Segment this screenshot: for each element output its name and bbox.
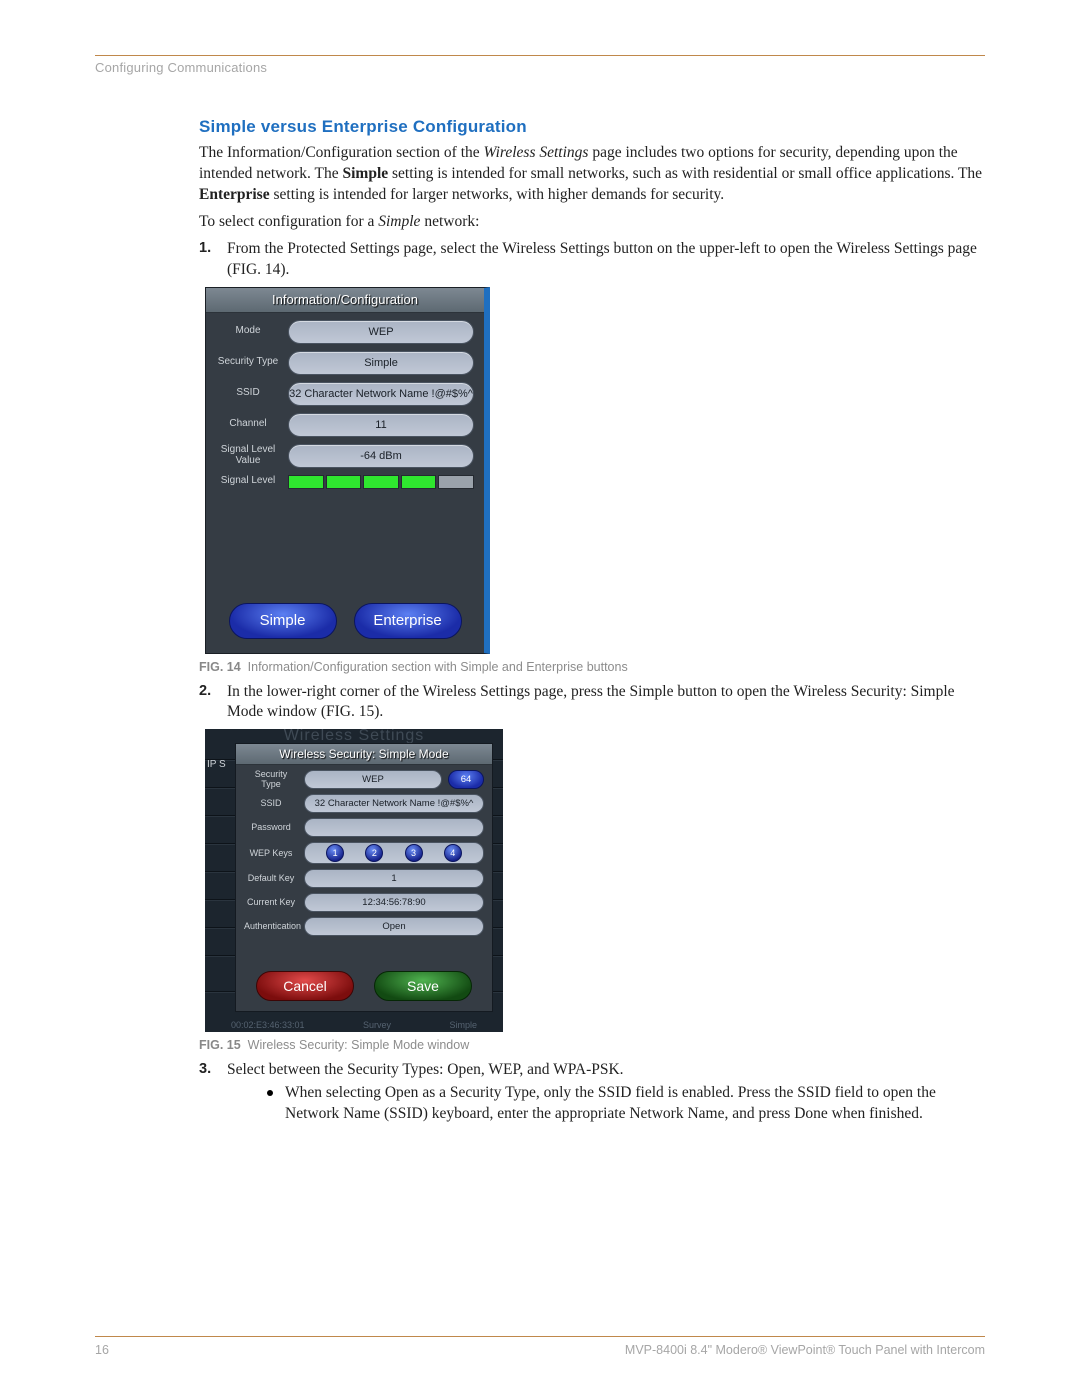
step-3: 3.Select between the Security Types: Ope…	[199, 1060, 985, 1125]
fig14-panel: Information/Configuration Mode WEP Secur…	[205, 287, 490, 654]
fig14-siglevelval-label: Signal Level Value	[216, 445, 280, 466]
fig15-password-value[interactable]	[304, 818, 484, 837]
enterprise-button[interactable]: Enterprise	[354, 603, 462, 639]
fig14-signal-meter	[288, 475, 474, 489]
wep-key-2[interactable]: 2	[365, 844, 383, 862]
intro2-paragraph: To select configuration for a Simple net…	[199, 212, 985, 233]
fig15-currentkey-value[interactable]: 12:34:56:78:90	[304, 893, 484, 912]
step-2: 2.In the lower-right corner of the Wirel…	[199, 682, 985, 724]
fig15-defaultkey-value[interactable]: 1	[304, 869, 484, 888]
wep-key-4[interactable]: 4	[444, 844, 462, 862]
fig14-ssid-label: SSID	[216, 388, 280, 399]
fig15-wepkeys-row: 1 2 3 4	[304, 842, 484, 864]
step-3-bullet: When selecting Open as a Security Type, …	[267, 1083, 985, 1125]
fig14-security-value[interactable]: Simple	[288, 351, 474, 375]
page-footer: 16 MVP-8400i 8.4" Modero® ViewPoint® Tou…	[95, 1336, 985, 1357]
product-line: MVP-8400i 8.4" Modero® ViewPoint® Touch …	[625, 1343, 985, 1357]
fig14-mode-value[interactable]: WEP	[288, 320, 474, 344]
fig14-channel-value[interactable]: 11	[288, 413, 474, 437]
fig15-edge-label: IP S	[207, 759, 226, 770]
cancel-button[interactable]: Cancel	[256, 971, 354, 1001]
intro-paragraph: The Information/Configuration section of…	[199, 143, 985, 206]
fig15-auth-value[interactable]: Open	[304, 917, 484, 936]
fig14-siglevel-label: Signal Level	[216, 476, 280, 487]
simple-button[interactable]: Simple	[229, 603, 337, 639]
fig15-security-label: Security Type	[244, 770, 298, 789]
fig15-password-label: Password	[244, 823, 298, 832]
fig15-security-chip[interactable]: 64	[448, 770, 484, 789]
fig15-wepkeys-label: WEP Keys	[244, 849, 298, 858]
fig14-caption: FIG. 14 Information/Configuration sectio…	[199, 660, 985, 674]
wep-key-3[interactable]: 3	[405, 844, 423, 862]
fig15-auth-label: Authentication	[244, 922, 298, 931]
fig14-title: Information/Configuration	[206, 288, 484, 313]
fig15-footer-ghost: 00:02:E3:46:33:01 Survey Simple	[205, 1020, 503, 1030]
section-title: Simple versus Enterprise Configuration	[199, 117, 985, 137]
fig15-ssid-label: SSID	[244, 799, 298, 808]
fig15-currentkey-label: Current Key	[244, 898, 298, 907]
fig15-defaultkey-label: Default Key	[244, 874, 298, 883]
save-button[interactable]: Save	[374, 971, 472, 1001]
step-1: 1.From the Protected Settings page, sele…	[199, 239, 985, 281]
fig15-ssid-value[interactable]: 32 Character Network Name !@#$%^	[304, 794, 484, 813]
fig15-dialog: Wireless Security: Simple Mode Security …	[235, 743, 493, 1012]
fig15-dialog-title: Wireless Security: Simple Mode	[236, 744, 492, 765]
header-section: Configuring Communications	[95, 60, 985, 75]
fig15-caption: FIG. 15 Wireless Security: Simple Mode w…	[199, 1038, 985, 1052]
fig15-security-value[interactable]: WEP	[304, 770, 442, 789]
fig14-security-label: Security Type	[216, 357, 280, 368]
wep-key-1[interactable]: 1	[326, 844, 344, 862]
page-number: 16	[95, 1343, 109, 1357]
fig14-mode-label: Mode	[216, 326, 280, 337]
fig14-siglevelval-value: -64 dBm	[288, 444, 474, 468]
fig14-ssid-value[interactable]: 32 Character Network Name !@#$%^	[288, 382, 474, 406]
fig15-panel: Wireless Settings IP S Wireless Security…	[205, 729, 503, 1032]
fig14-channel-label: Channel	[216, 419, 280, 430]
